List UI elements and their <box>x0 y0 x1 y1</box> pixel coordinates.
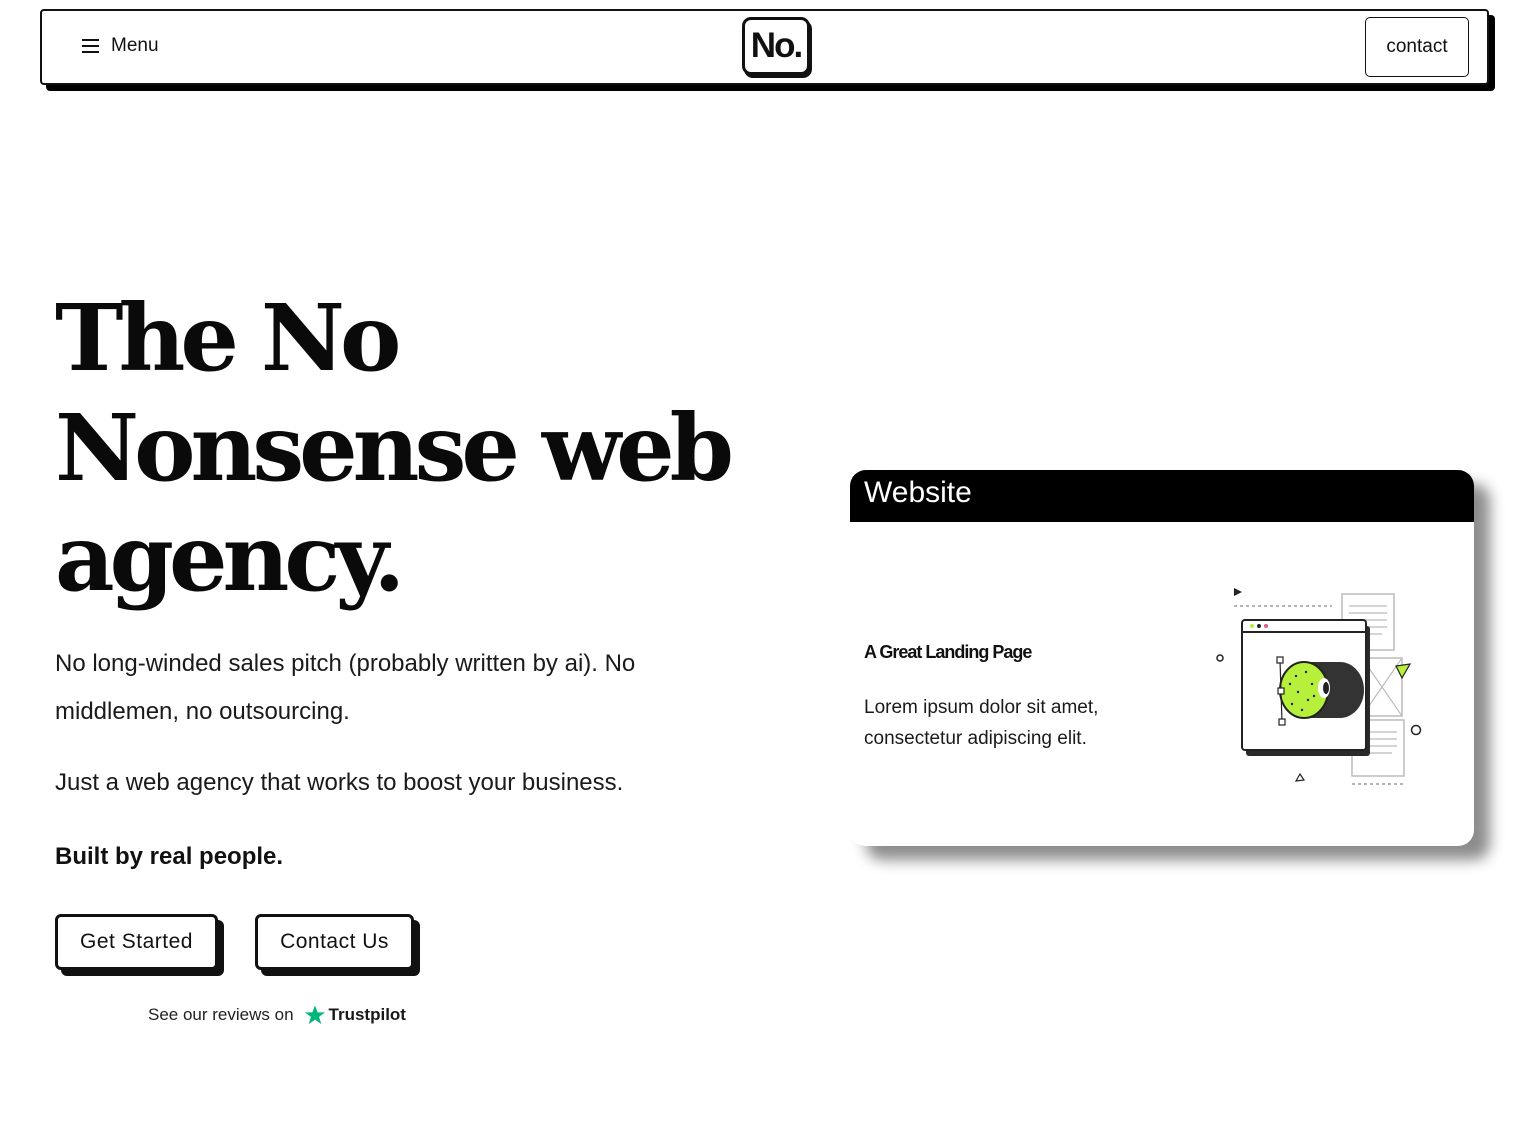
hero-title-line-3: agency. <box>55 504 405 612</box>
hamburger-icon <box>82 39 99 53</box>
card-description: Lorem ipsum dolor sit amet, consectetur … <box>864 697 1099 749</box>
logo[interactable]: No. <box>742 17 810 75</box>
hero-tagline: Built by real people. <box>55 843 284 870</box>
hero-title: The No Nonsense web agency. <box>55 283 775 613</box>
service-card: Website A Great Landing Page Lorem ipsum… <box>850 470 1474 846</box>
trustpilot-brand: Trustpilot <box>304 1004 406 1026</box>
card-title: Website <box>850 470 1474 522</box>
site-header: Menu No. contact <box>40 9 1489 85</box>
contact-us-button[interactable]: Contact Us <box>255 914 414 970</box>
hero-intro-paragraph: No long-winded sales pitch (probably wri… <box>55 650 636 725</box>
trustpilot-star-icon <box>304 1005 325 1025</box>
get-started-button[interactable]: Get Started <box>55 914 218 970</box>
contact-button[interactable]: contact <box>1365 17 1469 77</box>
menu-button[interactable]: Menu <box>82 35 159 57</box>
menu-label: Menu <box>111 35 159 56</box>
reviews-label: See our reviews on <box>148 1005 294 1024</box>
trustpilot-reviews-link[interactable]: See our reviews on Trustpilot <box>148 1004 406 1026</box>
hero-value-paragraph: Just a web agency that works to boost yo… <box>55 769 624 796</box>
trustpilot-name: Trustpilot <box>328 1005 406 1024</box>
landing-page-illustration <box>1216 588 1422 785</box>
card-subtitle: A Great Landing Page <box>864 642 1032 662</box>
hero-title-line-2: Nonsense web <box>55 394 734 502</box>
hero-title-line-1: The No <box>55 284 401 392</box>
